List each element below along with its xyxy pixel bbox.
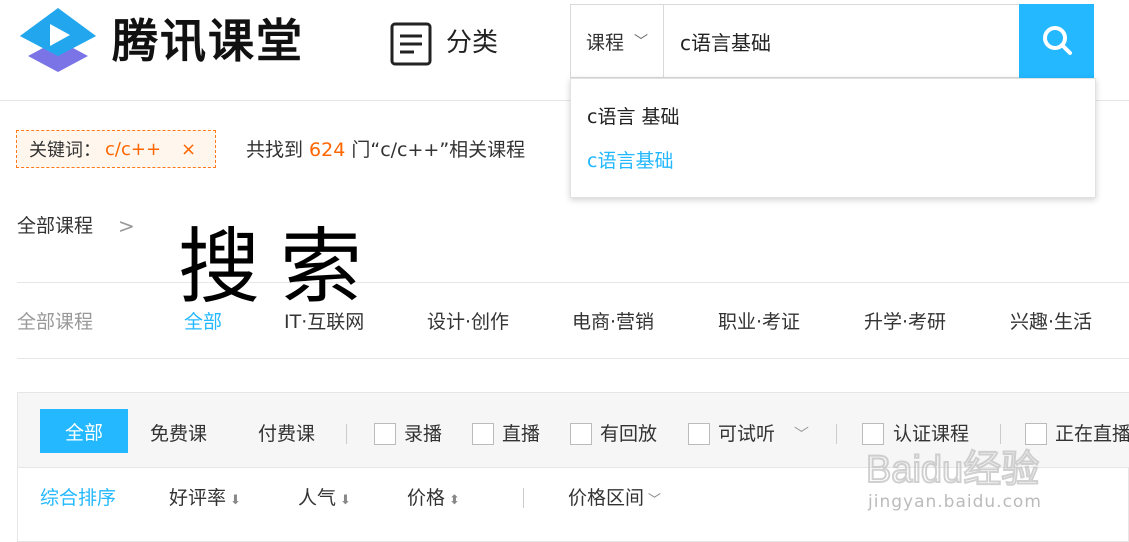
result-count: 624: [309, 139, 346, 161]
price-range-filter[interactable]: 价格区间 ﹀: [568, 484, 661, 515]
sort-rating[interactable]: 好评率 ⬇: [169, 484, 241, 515]
sort-popularity[interactable]: 人气 ⬇: [298, 484, 351, 515]
nav-item-hobby[interactable]: 兴趣·生活: [1010, 308, 1092, 336]
sort-popularity-label: 人气: [298, 487, 337, 509]
divider: [17, 358, 1129, 359]
filter-free[interactable]: 免费课: [150, 420, 207, 448]
overlay-annotation: 搜索: [178, 220, 383, 315]
tencent-classroom-logo[interactable]: [16, 6, 100, 78]
keyword-label: 关键词：: [29, 140, 101, 161]
sort-price-label: 价格: [407, 487, 446, 509]
search-type-label: 课程: [586, 31, 625, 54]
breadcrumb[interactable]: 全部课程: [17, 212, 93, 240]
nav-item-career[interactable]: 职业·考证: [718, 308, 800, 336]
separator: [346, 424, 347, 444]
category-nav-label: 全部课程: [17, 311, 94, 333]
sort-default[interactable]: 综合排序: [40, 484, 116, 512]
result-prefix: 共找到: [246, 139, 310, 161]
suggestion-item-highlighted[interactable]: c语言基础: [587, 147, 673, 175]
category-icon[interactable]: [390, 22, 432, 66]
nav-item-ecommerce[interactable]: 电商·营销: [572, 308, 654, 336]
checkbox-recorded[interactable]: [374, 423, 396, 445]
result-suffix: 门“c/c++”相关课程: [345, 139, 526, 161]
category-label[interactable]: 分类: [446, 26, 498, 60]
separator: [523, 488, 524, 508]
separator: [836, 424, 837, 444]
keyword-value: c/c++: [105, 138, 162, 160]
search-suggestion-dropdown: c语言 基础 c语言基础: [570, 78, 1096, 198]
sort-rating-label: 好评率: [169, 487, 227, 509]
search-type-select[interactable]: 课程 ﹀: [570, 4, 664, 78]
filter-live-label[interactable]: 直播: [502, 420, 540, 448]
filter-all-button[interactable]: 全部: [40, 409, 128, 453]
filter-trial-label[interactable]: 可试听: [718, 420, 775, 448]
sort-updown-icon: ⬍: [449, 493, 460, 508]
chevron-down-icon: ﹀: [648, 493, 662, 508]
filter-recorded-label[interactable]: 录播: [404, 420, 442, 448]
close-icon[interactable]: ×: [181, 139, 196, 160]
checkbox-trial[interactable]: [688, 423, 710, 445]
price-range-label: 价格区间: [568, 487, 645, 509]
arrow-down-icon: ⬇: [230, 493, 241, 508]
search-input[interactable]: [666, 6, 1016, 76]
search-button[interactable]: [1019, 4, 1094, 78]
suggestion-item[interactable]: c语言 基础: [587, 103, 680, 131]
result-summary: 共找到 624 门“c/c++”相关课程: [246, 136, 525, 164]
nav-item-exam[interactable]: 升学·考研: [864, 308, 946, 336]
arrow-down-icon: ⬇: [340, 493, 351, 508]
keyword-tag: 关键词： c/c++ ×: [16, 130, 216, 168]
chevron-right-icon: >: [118, 214, 135, 238]
brand-name[interactable]: 腾讯课堂: [112, 14, 304, 68]
checkbox-replay[interactable]: [570, 423, 592, 445]
search-icon: [1042, 25, 1072, 55]
chevron-down-icon: ﹀: [634, 34, 649, 50]
watermark-logo-text: Baidu经验: [866, 449, 1039, 491]
watermark-url: jingyan.baidu.com: [868, 492, 1042, 512]
filter-paid[interactable]: 付费课: [258, 420, 315, 448]
chevron-down-icon[interactable]: ﹀: [794, 420, 809, 448]
checkbox-live[interactable]: [472, 423, 494, 445]
nav-item-design[interactable]: 设计·创作: [427, 308, 509, 336]
sort-price[interactable]: 价格 ⬍: [407, 484, 460, 515]
filter-replay-label[interactable]: 有回放: [600, 420, 657, 448]
